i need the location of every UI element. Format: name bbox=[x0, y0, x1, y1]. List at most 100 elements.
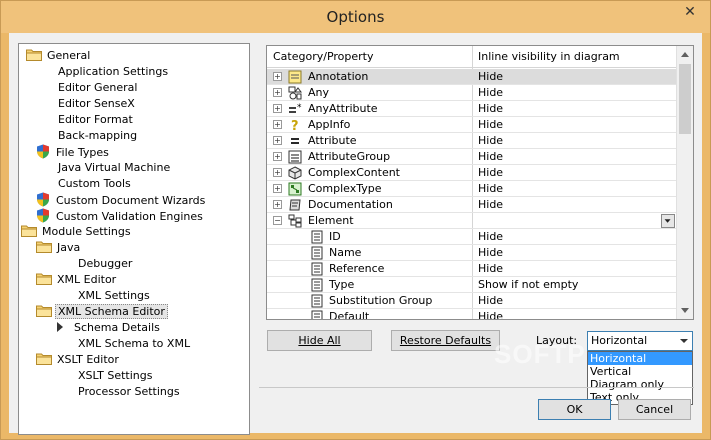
tree-item-application-settings[interactable]: Application Settings bbox=[56, 64, 170, 80]
tree-item-java[interactable]: Java bbox=[36, 240, 82, 256]
expand-icon[interactable]: + bbox=[273, 168, 282, 177]
row-value[interactable]: Hide bbox=[478, 117, 503, 133]
row-value[interactable]: Hide bbox=[478, 181, 503, 197]
row-name: Attribute bbox=[308, 134, 357, 147]
row-name: AnyAttribute bbox=[308, 102, 378, 115]
tree-item-module-settings[interactable]: Module Settings bbox=[21, 224, 133, 240]
expand-icon[interactable]: + bbox=[273, 152, 282, 161]
expand-icon[interactable]: + bbox=[273, 88, 282, 97]
row-value[interactable]: Hide bbox=[478, 309, 503, 319]
grid-row-any[interactable]: + Any Hide bbox=[267, 85, 677, 101]
complex-content-icon bbox=[288, 166, 302, 180]
tree-item-custom-validation-engines[interactable]: Custom Validation Engines bbox=[36, 208, 205, 224]
tree-item-back-mapping[interactable]: Back-mapping bbox=[56, 128, 139, 144]
row-dropdown-button[interactable] bbox=[661, 214, 675, 228]
ok-button[interactable]: OK bbox=[538, 399, 611, 420]
restore-defaults-label: Restore Defaults bbox=[399, 334, 492, 347]
grid-row-reference[interactable]: Reference Hide bbox=[267, 261, 677, 277]
grid-row-type[interactable]: Type Show if not empty bbox=[267, 277, 677, 293]
tree-item-xml-editor[interactable]: XML Editor bbox=[36, 272, 118, 288]
expand-icon[interactable]: + bbox=[273, 184, 282, 193]
layout-option-horizontal[interactable]: Horizontal bbox=[588, 352, 692, 365]
row-value[interactable]: Hide bbox=[478, 245, 503, 261]
grid-row-attributegroup[interactable]: + AttributeGroup Hide bbox=[267, 149, 677, 165]
tree-item-java-virtual-machine[interactable]: Java Virtual Machine bbox=[56, 160, 172, 176]
layout-option-diagram-only[interactable]: Diagram only bbox=[588, 378, 692, 391]
row-value[interactable]: Hide bbox=[478, 293, 503, 309]
row-value[interactable]: Hide bbox=[478, 261, 503, 277]
appinfo-icon: ? bbox=[288, 118, 302, 134]
scroll-up-icon[interactable] bbox=[681, 52, 689, 57]
column-header-visibility[interactable]: Inline visibility in diagram bbox=[478, 50, 620, 63]
grid-row-annotation[interactable]: + Annotation Hide bbox=[267, 69, 677, 85]
tree-item-debugger[interactable]: Debugger bbox=[76, 256, 134, 272]
grid-row-id[interactable]: ID Hide bbox=[267, 229, 677, 245]
layout-select[interactable]: Horizontal bbox=[587, 331, 693, 351]
row-value[interactable]: Hide bbox=[478, 229, 503, 245]
tree-item-xml-schema-to-xml[interactable]: XML Schema to XML bbox=[76, 336, 192, 352]
row-value[interactable]: Hide bbox=[478, 85, 503, 101]
row-value[interactable]: Hide bbox=[478, 133, 503, 149]
grid-row-anyattribute[interactable]: + * AnyAttribute Hide bbox=[267, 101, 677, 117]
row-value[interactable]: Hide bbox=[478, 101, 503, 117]
tree-item-label: XML Schema Editor bbox=[55, 304, 168, 319]
title-bar: Options ✕ bbox=[1, 1, 710, 33]
cancel-button[interactable]: Cancel bbox=[618, 399, 691, 420]
grid-scrollbar[interactable] bbox=[676, 46, 693, 319]
tree-item-general[interactable]: General bbox=[26, 48, 92, 64]
tree-item-label: Processor Settings bbox=[78, 385, 180, 398]
layout-label: Layout: bbox=[536, 334, 578, 347]
tree-item-processor-settings[interactable]: Processor Settings bbox=[76, 384, 182, 400]
row-value[interactable]: Hide bbox=[478, 197, 503, 213]
tree-item-xml-settings[interactable]: XML Settings bbox=[76, 288, 152, 304]
row-value[interactable]: Show if not empty bbox=[478, 277, 578, 293]
restore-defaults-button[interactable]: Restore Defaults bbox=[391, 330, 500, 351]
tree-item-label: General bbox=[47, 49, 91, 62]
attribute-icon bbox=[288, 134, 302, 148]
column-header-category[interactable]: Category/Property bbox=[273, 50, 374, 63]
tree-item-label: Schema Details bbox=[74, 321, 160, 334]
grid-row-name[interactable]: Name Hide bbox=[267, 245, 677, 261]
scroll-thumb[interactable] bbox=[679, 64, 691, 134]
tree-item-custom-tools[interactable]: Custom Tools bbox=[56, 176, 133, 192]
grid-row-default[interactable]: Default Hide bbox=[267, 309, 677, 319]
tree-item-file-types[interactable]: File Types bbox=[36, 144, 111, 160]
tree-item-editor-format[interactable]: Editor Format bbox=[56, 112, 135, 128]
grid-row-complexcontent[interactable]: + ComplexContent Hide bbox=[267, 165, 677, 181]
expand-icon[interactable]: + bbox=[273, 104, 282, 113]
shield-icon bbox=[36, 192, 50, 207]
tree-item-xml-schema-editor[interactable]: XML Schema Editor bbox=[36, 304, 168, 320]
tree-item-editor-general[interactable]: Editor General bbox=[56, 80, 139, 96]
options-tree[interactable]: General Application Settings Editor Genera… bbox=[18, 43, 250, 435]
expand-icon[interactable]: + bbox=[273, 200, 282, 209]
tree-item-xslt-editor[interactable]: XSLT Editor bbox=[36, 352, 121, 368]
expand-icon[interactable]: + bbox=[273, 136, 282, 145]
collapse-icon[interactable]: − bbox=[273, 216, 282, 225]
options-window: Options ✕ General Application Settings Edi… bbox=[0, 0, 711, 440]
tree-item-label: XSLT Editor bbox=[57, 353, 119, 366]
chevron-down-icon[interactable] bbox=[680, 339, 688, 343]
expand-icon[interactable]: + bbox=[273, 120, 282, 129]
scroll-down-icon[interactable] bbox=[681, 308, 689, 313]
grid-row-documentation[interactable]: + Documentation Hide bbox=[267, 197, 677, 213]
property-grid[interactable]: Category/Property Inline visibility in d… bbox=[266, 45, 694, 320]
row-value[interactable]: Hide bbox=[478, 69, 503, 85]
tree-item-custom-document-wizards[interactable]: Custom Document Wizards bbox=[36, 192, 207, 208]
close-button[interactable]: ✕ bbox=[670, 1, 710, 23]
expand-icon[interactable]: + bbox=[273, 72, 282, 81]
grid-row-substitution-group[interactable]: Substitution Group Hide bbox=[267, 293, 677, 309]
tree-item-label: Custom Tools bbox=[58, 177, 131, 190]
tree-item-label: Editor General bbox=[58, 81, 138, 94]
grid-row-attribute[interactable]: + Attribute Hide bbox=[267, 133, 677, 149]
row-value[interactable]: Hide bbox=[478, 149, 503, 165]
grid-row-appinfo[interactable]: +? AppInfo Hide bbox=[267, 117, 677, 134]
hide-all-button[interactable]: Hide All bbox=[267, 330, 372, 351]
row-value[interactable]: Hide bbox=[478, 165, 503, 181]
tree-item-editor-sensex[interactable]: Editor SenseX bbox=[56, 96, 137, 112]
tree-item-schema-details[interactable]: Schema Details bbox=[56, 320, 162, 336]
grid-row-complextype[interactable]: + ComplexType Hide bbox=[267, 181, 677, 197]
layout-option-vertical[interactable]: Vertical bbox=[588, 365, 692, 378]
grid-row-element[interactable]: − Element bbox=[267, 213, 677, 229]
layout-dropdown-list[interactable]: Horizontal Vertical Diagram only Text on… bbox=[587, 351, 693, 405]
tree-item-xslt-settings[interactable]: XSLT Settings bbox=[76, 368, 154, 384]
